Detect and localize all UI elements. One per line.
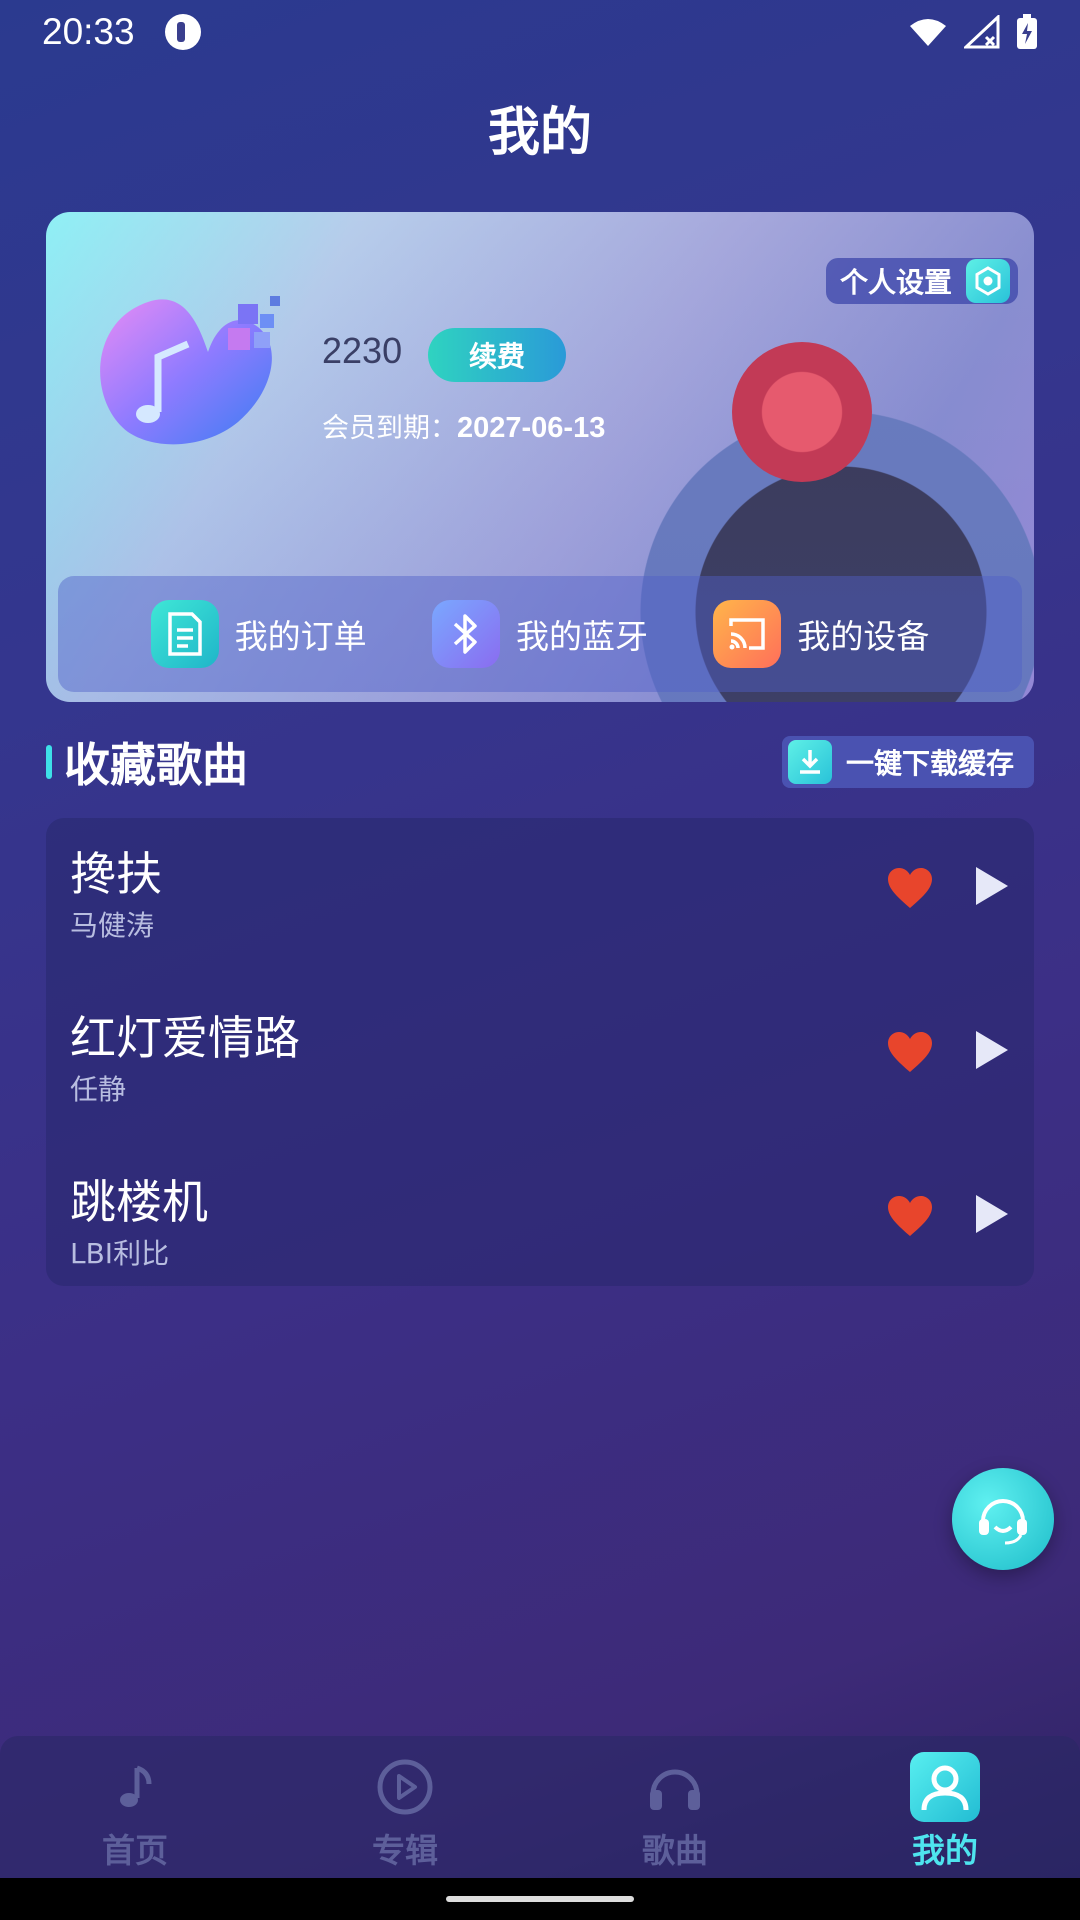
bluetooth-icon [431, 600, 500, 668]
battery-icon [1017, 14, 1037, 49]
bottom-tab-bar: 首页 专辑 歌曲 我的 [0, 1736, 1080, 1878]
page-title: 我的 [487, 103, 592, 163]
favorites-header: 收藏歌曲 一键下载缓存 [46, 734, 1034, 792]
download-icon [787, 740, 832, 784]
document-icon [150, 600, 219, 668]
member-expiry: 会员到期：2027-06-13 [322, 406, 605, 445]
play-circle-icon [370, 1752, 440, 1822]
expiry-label: 会员到期： [322, 413, 457, 444]
headset-icon [979, 1499, 1027, 1545]
username: 2230 [322, 330, 403, 371]
personal-settings-label: 个人设置 [839, 266, 952, 299]
my-orders-button[interactable]: 我的订单 [150, 600, 367, 668]
quick-links: 我的订单 我的蓝牙 我的设备 [58, 576, 1022, 692]
download-cache-button[interactable]: 一键下载缓存 [781, 736, 1034, 788]
expiry-date: 2027-06-13 [457, 412, 606, 444]
renew-button[interactable]: 续费 [428, 328, 566, 382]
my-devices-button[interactable]: 我的设备 [713, 600, 929, 668]
my-bluetooth-button[interactable]: 我的蓝牙 [431, 600, 648, 668]
download-cache-label: 一键下载缓存 [845, 747, 1014, 780]
tab-label: 首页 [102, 1831, 168, 1870]
wifi-icon [910, 19, 946, 46]
home-indicator[interactable] [446, 1896, 634, 1902]
song-artist: LBI利比 [70, 1237, 170, 1270]
tab-mine[interactable]: 我的 [810, 1736, 1080, 1878]
notification-app-icon [164, 14, 201, 50]
profile-card: 个人设置 2230 续费 会员到期：2027-06-13 我的订单 我的蓝牙 我… [46, 212, 1034, 702]
song-title: 跳楼机 [70, 1175, 208, 1229]
section-accent-bar [46, 745, 52, 779]
play-icon[interactable] [972, 1028, 1012, 1072]
personal-settings-button[interactable]: 个人设置 [825, 258, 1018, 304]
settings-icon [966, 259, 1010, 303]
cellular-signal-icon [964, 15, 1000, 49]
heart-icon[interactable] [886, 866, 934, 910]
tab-label: 专辑 [372, 1831, 438, 1870]
favorite-songs-list: 搀扶 马健涛 红灯爱情路 任静 跳楼机 LBI利比 [46, 818, 1034, 1286]
tab-songs[interactable]: 歌曲 [540, 1736, 810, 1878]
my-bluetooth-label: 我的蓝牙 [515, 617, 648, 656]
list-item[interactable]: 跳楼机 LBI利比 [46, 1146, 1034, 1310]
tab-label: 歌曲 [642, 1831, 708, 1870]
status-icons [908, 14, 1038, 50]
headphones-icon [640, 1752, 710, 1822]
turntable-decoration [732, 342, 872, 482]
status-time: 20:33 [42, 11, 135, 52]
play-icon[interactable] [972, 1192, 1012, 1236]
list-item[interactable]: 搀扶 马健涛 [46, 818, 1034, 982]
status-bar: 20:33 [0, 0, 1080, 64]
cast-icon [713, 600, 782, 668]
heart-icon[interactable] [886, 1194, 934, 1238]
my-orders-label: 我的订单 [234, 617, 367, 656]
app-logo [100, 296, 280, 445]
tab-albums[interactable]: 专辑 [270, 1736, 540, 1878]
play-icon[interactable] [972, 864, 1012, 908]
heart-icon[interactable] [886, 1030, 934, 1074]
tab-home[interactable]: 首页 [0, 1736, 270, 1878]
song-title: 红灯爱情路 [70, 1011, 300, 1065]
song-artist: 任静 [70, 1073, 127, 1106]
song-artist: 马健涛 [70, 909, 155, 942]
list-item[interactable]: 红灯爱情路 任静 [46, 982, 1034, 1146]
favorites-title: 收藏歌曲 [64, 738, 248, 792]
my-devices-label: 我的设备 [797, 617, 930, 656]
user-icon [910, 1752, 980, 1822]
music-note-icon [100, 1752, 170, 1822]
customer-service-button[interactable] [952, 1468, 1054, 1570]
song-title: 搀扶 [70, 847, 162, 901]
tab-label: 我的 [912, 1831, 978, 1870]
system-navigation-bar [0, 1878, 1080, 1920]
